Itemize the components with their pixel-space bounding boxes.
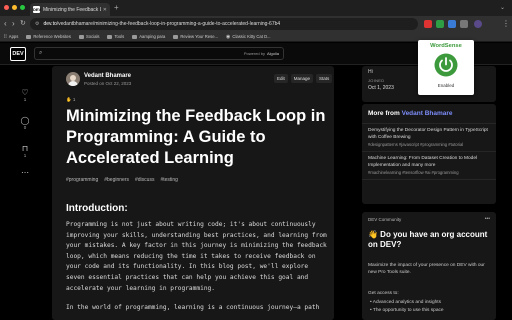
- window-controls: [4, 5, 25, 10]
- more-from-heading: More from Vedant Bhamare: [362, 104, 496, 124]
- bookmark-reference-websites[interactable]: Reference Websites: [26, 34, 71, 39]
- promo-card: DEV Community ••• 👋 Do you have an org a…: [362, 212, 496, 320]
- more-actions-button[interactable]: ⋯: [18, 168, 32, 177]
- reaction-heart-button[interactable]: ♡ 1: [18, 88, 32, 102]
- extension-icon-green[interactable]: [436, 20, 444, 28]
- search-input[interactable]: ⌕ Powered by Algolia: [34, 47, 284, 60]
- author-link[interactable]: Vedant Bhamare: [402, 110, 453, 117]
- folder-icon: [107, 34, 113, 39]
- bookmark-count: 1: [23, 153, 27, 158]
- bookmark-tools[interactable]: Tools: [107, 34, 124, 39]
- menu-icon[interactable]: ⋮: [502, 18, 510, 30]
- bookmark-review[interactable]: Review Your Rese...: [173, 34, 218, 39]
- more-icon: ⋯: [21, 168, 29, 177]
- new-tab-icon[interactable]: +: [114, 3, 119, 13]
- list-item: • Advanced analytics and insights: [370, 300, 442, 305]
- bookmark-classic-kitty[interactable]: ◉ Classic Kitty Cat D...: [226, 34, 271, 40]
- bookmark-apps[interactable]: ⁞⁞ Apps: [4, 34, 18, 40]
- power-icon[interactable]: [434, 53, 458, 77]
- stats-button[interactable]: Stats: [316, 74, 333, 83]
- tab-active[interactable]: DEV Minimizing the Feedback Lo ✕: [30, 3, 110, 16]
- joined-label: JOINED: [368, 78, 385, 83]
- promo-description: Maximize the impact of your presence on …: [368, 263, 485, 275]
- close-tab-icon[interactable]: ✕: [103, 7, 107, 13]
- browser-toolbar: ‹ › ↻ ⚙ dev.to/vedantbhamare/minimizing-…: [0, 16, 512, 32]
- search-icon: ⌕: [39, 50, 43, 56]
- tag-discuss[interactable]: #discuss: [135, 177, 154, 183]
- author-avatar[interactable]: [66, 72, 80, 86]
- minimize-window-button[interactable]: [12, 5, 17, 10]
- heart-count: 1: [23, 97, 27, 102]
- tab-title: Minimizing the Feedback Lo: [43, 6, 101, 13]
- site-info-icon[interactable]: ⚙: [35, 21, 39, 27]
- grid-icon: ⁞⁞: [4, 33, 7, 40]
- bookmark-icon: ⊓: [21, 144, 29, 153]
- joined-date: Oct 1, 2023: [368, 85, 394, 91]
- article-title: Minimizing the Feedback Loop in Programm…: [66, 107, 326, 167]
- tab-strip: DEV Minimizing the Feedback Lo ✕ + ⌄: [0, 0, 512, 16]
- article-tags: #programming #beginners #discuss #testin…: [66, 177, 178, 183]
- extension-icon-red[interactable]: [424, 20, 432, 28]
- reaction-comment-button[interactable]: ◯ 0: [18, 116, 32, 130]
- article-paragraph: Programming is not just about writing co…: [66, 221, 327, 292]
- url-text: dev.to/vedantbhamare/minimizing-the-feed…: [43, 21, 281, 27]
- profile-avatar-icon[interactable]: [474, 20, 482, 28]
- list-item[interactable]: Demystifying the Decorator Design Patter…: [362, 124, 496, 152]
- maximize-window-button[interactable]: [20, 5, 25, 10]
- folder-icon: [78, 34, 84, 39]
- article-actions: Edit Manage Stats: [274, 74, 333, 83]
- manage-button[interactable]: Manage: [290, 74, 314, 83]
- algolia-logo: Algolia: [266, 51, 279, 56]
- section-heading: Introduction:: [66, 203, 128, 214]
- bookmark-socials[interactable]: Socials: [78, 34, 99, 39]
- close-window-button[interactable]: [4, 5, 9, 10]
- tag-testing[interactable]: #testing: [160, 177, 178, 183]
- folder-icon: [173, 34, 179, 39]
- back-icon[interactable]: ‹: [4, 18, 7, 30]
- edit-button[interactable]: Edit: [274, 74, 288, 83]
- comment-count: 0: [23, 125, 27, 130]
- more-options-icon[interactable]: •••: [485, 216, 490, 222]
- promo-source: DEV Community: [368, 217, 402, 222]
- article-card: Vedant Bhamare Posted on Oct 22, 2023 Ed…: [52, 66, 334, 320]
- globe-icon: ◉: [226, 33, 231, 40]
- popup-title: WordSense: [430, 43, 462, 49]
- tab-search-chevron-icon[interactable]: ⌄: [500, 4, 505, 11]
- popup-status: Enabled: [437, 83, 455, 88]
- dev-favicon-icon: DEV: [33, 6, 42, 13]
- reaction-summary: ✋ 1: [66, 97, 76, 102]
- comment-icon: ◯: [20, 116, 30, 125]
- forward-icon[interactable]: ›: [12, 18, 15, 30]
- reload-icon[interactable]: ↻: [20, 18, 26, 30]
- list-item[interactable]: Machine Learning: From Dataset Creation …: [362, 152, 496, 180]
- puzzle-icon[interactable]: [460, 20, 468, 28]
- browser-window: DEV Minimizing the Feedback Lo ✕ + ⌄ ‹ ›…: [0, 0, 512, 320]
- reaction-bookmark-button[interactable]: ⊓ 1: [18, 144, 32, 158]
- extension-icon-blue[interactable]: [448, 20, 456, 28]
- promo-heading: 👋 Do you have an org account on DEV?: [368, 230, 488, 249]
- powered-by-algolia: Powered by Algolia: [243, 51, 279, 56]
- article-paragraph: In the world of programming, learning is…: [66, 304, 320, 311]
- folder-icon: [26, 34, 32, 39]
- get-access-label: Get access to:: [368, 291, 399, 296]
- address-bar[interactable]: ⚙ dev.to/vedantbhamare/minimizing-the-fe…: [30, 18, 418, 30]
- heart-icon: ♡: [21, 88, 29, 97]
- list-item: • The opportunity to use this space: [370, 308, 444, 313]
- bookmark-aamping-para[interactable]: Aamping para: [132, 34, 165, 39]
- tag-beginners[interactable]: #beginners: [104, 177, 129, 183]
- posted-date: Posted on Oct 22, 2023: [84, 81, 132, 86]
- wordsense-popup: WordSense Enabled: [418, 40, 474, 95]
- tag-programming[interactable]: #programming: [66, 177, 98, 183]
- greeting-text: Hi: [368, 69, 373, 75]
- author-name[interactable]: Vedant Bhamare: [84, 73, 131, 79]
- hands-icon: ✋: [66, 97, 72, 102]
- folder-icon: [132, 34, 138, 39]
- more-from-author-card: More from Vedant Bhamare Demystifying th…: [362, 104, 496, 204]
- dev-logo[interactable]: DEV: [10, 47, 26, 61]
